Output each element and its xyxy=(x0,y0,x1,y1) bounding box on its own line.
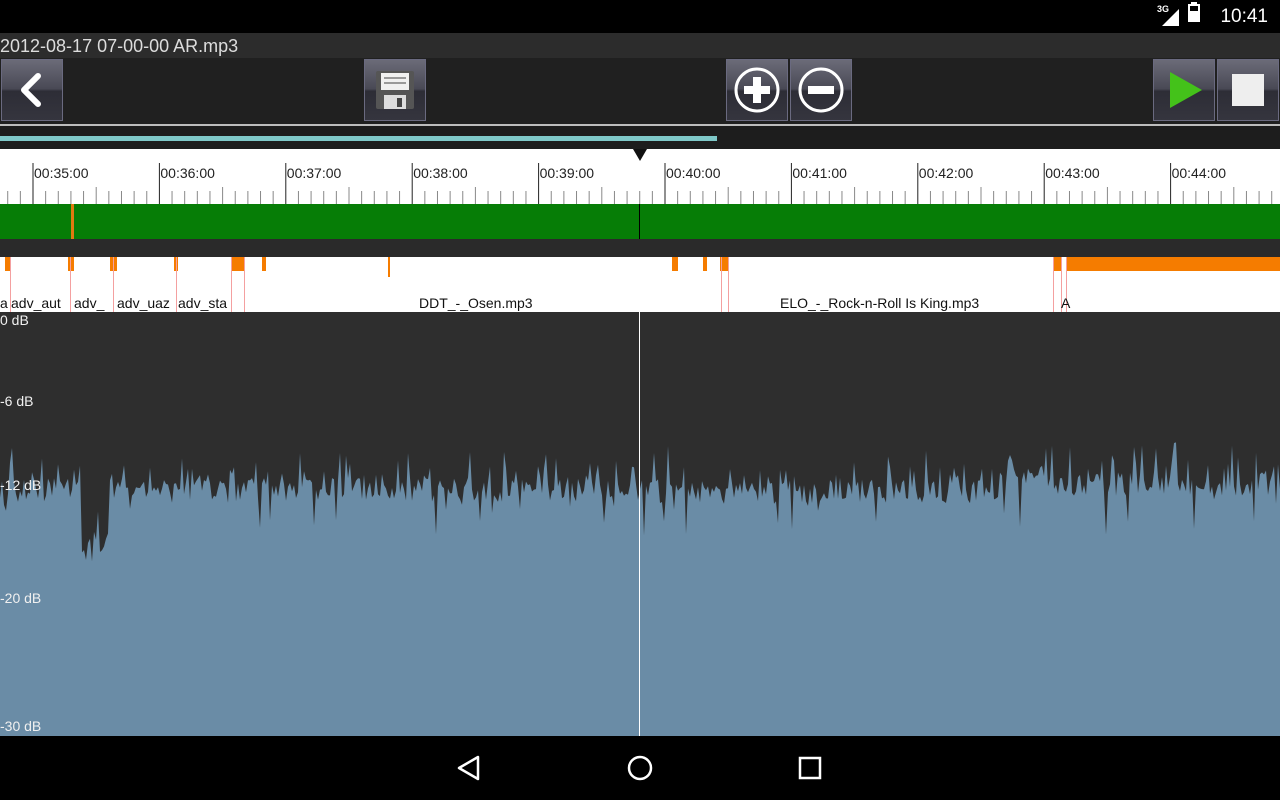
db-label: -6 dB xyxy=(0,393,34,409)
db-label: -12 dB xyxy=(0,477,42,493)
ruler-time-label: 00:37:00 xyxy=(287,165,342,181)
track-marker xyxy=(388,257,390,277)
nav-recents-button[interactable] xyxy=(790,748,830,788)
stop-icon xyxy=(1232,74,1264,106)
track-marker xyxy=(1066,257,1280,271)
file-title-bar: 2012-08-17 07-00-00 AR.mp3 xyxy=(0,33,1280,58)
db-label: -30 dB xyxy=(0,718,42,734)
track-marker xyxy=(703,257,707,271)
track-divider xyxy=(1053,257,1054,312)
track-label[interactable]: A xyxy=(1061,295,1070,311)
progress-fill xyxy=(0,136,717,141)
track-divider xyxy=(113,257,114,312)
db-label: -20 dB xyxy=(0,590,42,606)
stop-button[interactable] xyxy=(1217,59,1279,121)
nav-back-button[interactable] xyxy=(449,748,489,788)
ruler-time-label: 00:43:00 xyxy=(1045,165,1100,181)
lane-gap xyxy=(0,239,1280,257)
back-button[interactable] xyxy=(1,59,63,121)
file-title: 2012-08-17 07-00-00 AR.mp3 xyxy=(0,36,239,56)
toolbar xyxy=(0,58,1280,125)
nav-home-icon xyxy=(627,755,653,781)
playhead-triangle-icon[interactable] xyxy=(633,149,647,161)
battery-icon xyxy=(1188,2,1200,27)
status-icons: 3G xyxy=(1157,2,1200,27)
nav-back-icon xyxy=(457,755,480,781)
plus-circle-icon xyxy=(734,67,780,113)
lane-cursor xyxy=(639,204,640,239)
waveform xyxy=(0,442,1280,736)
ruler-time-label: 00:40:00 xyxy=(666,165,721,181)
track-marker xyxy=(68,257,74,271)
track-label[interactable]: adv_sta xyxy=(178,295,227,311)
back-icon xyxy=(21,73,41,107)
playhead-line xyxy=(639,312,640,736)
track-label[interactable]: ELO_-_Rock-n-Roll Is King.mp3 xyxy=(780,295,979,311)
nav-recents-icon xyxy=(798,756,822,780)
track-label[interactable]: adv_uaz xyxy=(117,295,170,311)
navigation-bar xyxy=(0,736,1280,800)
network-type: 3G xyxy=(1157,4,1170,14)
ruler-time-label: 00:39:00 xyxy=(540,165,595,181)
track-divider xyxy=(244,257,245,312)
timeline-lane[interactable] xyxy=(0,204,1280,239)
waveform-view[interactable]: 0 dB -6 dB -12 dB -20 dB -30 dB xyxy=(0,312,1280,736)
status-time: 10:41 xyxy=(1220,6,1268,27)
tracks-lane[interactable]: a adv_aut adv_ adv_uaz adv_sta DDT_-_Ose… xyxy=(0,257,1280,312)
ruler-time-label: 00:42:00 xyxy=(919,165,974,181)
lane-marker xyxy=(71,204,74,239)
waveform-shape xyxy=(0,442,1280,736)
floppy-disk-icon xyxy=(376,71,414,109)
play-button[interactable] xyxy=(1153,59,1215,121)
track-label[interactable]: adv_aut xyxy=(11,295,61,311)
play-icon xyxy=(1170,72,1202,108)
track-divider xyxy=(176,257,177,312)
ruler-time-label: 00:38:00 xyxy=(413,165,468,181)
track-label[interactable]: a xyxy=(0,295,8,311)
nav-home-button[interactable] xyxy=(620,748,660,788)
zoom-in-button[interactable] xyxy=(726,59,788,121)
track-label[interactable]: DDT_-_Osen.mp3 xyxy=(419,295,533,311)
zoom-out-button[interactable] xyxy=(790,59,852,121)
track-label[interactable]: adv_ xyxy=(74,295,104,311)
track-divider xyxy=(70,257,71,312)
track-marker xyxy=(672,257,678,271)
save-button[interactable] xyxy=(364,59,426,121)
playback-progress[interactable] xyxy=(0,126,1280,149)
ruler-time-label: 00:41:00 xyxy=(792,165,847,181)
track-divider xyxy=(728,257,729,312)
track-divider xyxy=(721,257,722,312)
timeline-ruler[interactable]: 00:35:00 00:36:00 00:37:00 00:38:00 00:39:00… xyxy=(0,149,1280,204)
track-marker xyxy=(262,257,266,271)
ruler-time-label: 00:44:00 xyxy=(1172,165,1227,181)
track-divider xyxy=(231,257,232,312)
minus-circle-icon xyxy=(798,67,844,113)
db-label: 0 dB xyxy=(0,312,29,328)
signal-icon: 3G xyxy=(1157,4,1180,27)
status-bar: 3G 10:41 xyxy=(0,0,1280,33)
ruler-time-label: 00:35:00 xyxy=(34,165,89,181)
ruler-time-label: 00:36:00 xyxy=(160,165,215,181)
track-marker xyxy=(231,257,245,271)
